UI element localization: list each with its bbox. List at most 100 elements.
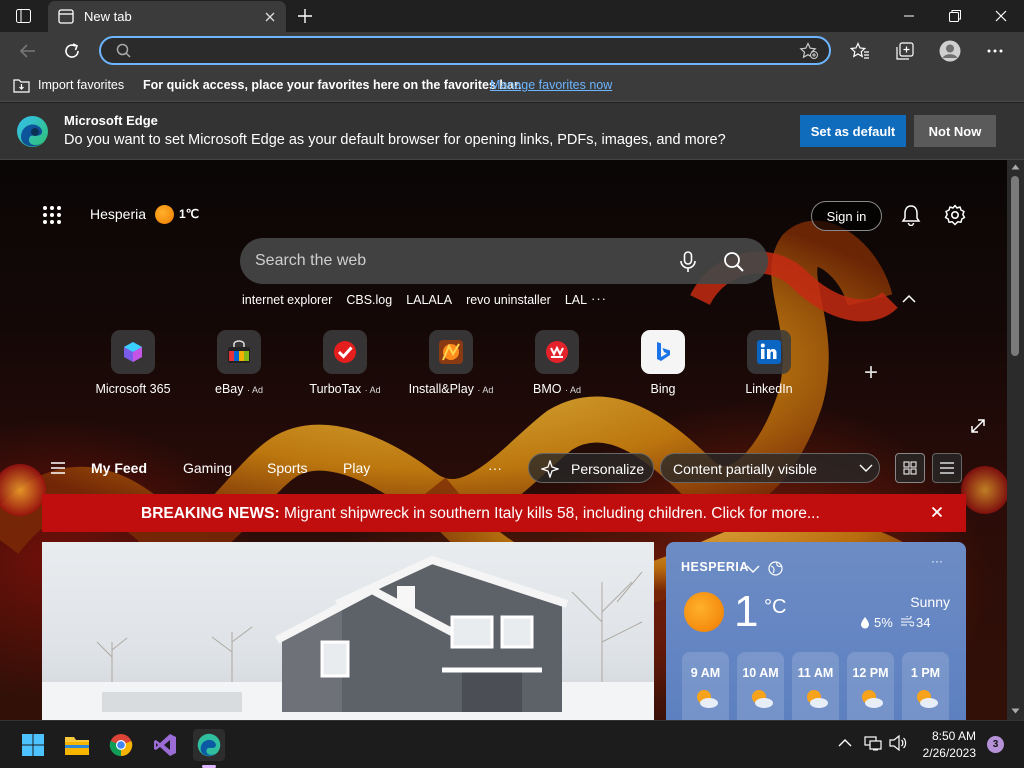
chrome-icon[interactable] [105, 729, 137, 761]
quick-link-bing[interactable]: Bing [608, 330, 718, 396]
microphone-icon[interactable] [678, 251, 698, 273]
tab-sports[interactable]: Sports [267, 460, 307, 476]
show-hidden-icons-chevron-icon[interactable] [838, 738, 852, 748]
hourly-forecast-item[interactable]: 12 PM [847, 652, 894, 720]
scrollbar-thumb[interactable] [1011, 176, 1019, 356]
clock-date[interactable]: 2/26/2023 [900, 746, 976, 760]
collections-icon[interactable] [890, 36, 920, 66]
network-icon[interactable] [864, 735, 882, 751]
microsoft-365-icon [111, 330, 155, 374]
quick-link-label: eBay [215, 382, 244, 396]
clock-time[interactable]: 8:50 AM [930, 729, 976, 743]
add-shortcut-plus-icon[interactable]: + [864, 359, 878, 387]
feed-more-button[interactable]: ··· [488, 460, 502, 476]
scroll-down-arrow-icon[interactable] [1011, 708, 1020, 714]
expand-background-icon[interactable] [970, 418, 986, 434]
page-scrollbar[interactable] [1007, 160, 1024, 720]
tab-gaming[interactable]: Gaming [183, 460, 232, 476]
scroll-up-arrow-icon[interactable] [1011, 164, 1020, 170]
import-folder-icon [13, 78, 30, 93]
apps-launcher-icon[interactable] [42, 205, 62, 225]
tab-actions-icon[interactable] [16, 9, 31, 23]
feed-menu-icon[interactable] [50, 462, 66, 474]
hourly-forecast-item[interactable]: 10 AM [737, 652, 784, 720]
address-input[interactable] [135, 41, 795, 61]
location-label[interactable]: Hesperia [90, 206, 146, 222]
temperature-small[interactable]: 1℃ [179, 207, 199, 221]
notifications-bell-icon[interactable] [900, 204, 922, 226]
breaking-news-banner[interactable]: BREAKING NEWS: Migrant shipwreck in sout… [42, 494, 966, 532]
tab-my-feed[interactable]: My Feed [91, 460, 147, 476]
content-visibility-dropdown[interactable]: Content partially visible [660, 453, 880, 483]
hourly-forecast-item[interactable]: 9 AM [682, 652, 729, 720]
weather-condition: Sunny [910, 594, 950, 610]
trending-link[interactable]: CBS.log [346, 293, 392, 307]
weather-location-label: HESPERIA [681, 560, 749, 574]
minimize-icon[interactable] [886, 0, 932, 32]
location-chevron-down-icon[interactable] [746, 565, 760, 574]
tab-close-icon[interactable] [262, 9, 278, 25]
search-submit-icon[interactable] [723, 251, 745, 273]
quick-link-label: LinkedIn [745, 382, 793, 396]
trending-more-button[interactable]: ··· [591, 291, 607, 306]
trending-link[interactable]: LAL [565, 293, 587, 307]
notification-count-badge[interactable]: 3 [987, 736, 1004, 753]
add-favorite-icon[interactable] [799, 42, 819, 60]
close-banner-icon[interactable] [931, 506, 943, 518]
quick-link-turbotax[interactable]: TurboTax · Ad [290, 330, 400, 396]
new-tab-page: Hesperia 1℃ Sign in Search the web inter… [0, 160, 1007, 720]
settings-more-icon[interactable] [980, 36, 1010, 66]
manage-favorites-link[interactable]: Manage favorites now [490, 78, 612, 92]
sign-in-button[interactable]: Sign in [811, 201, 882, 231]
trending-link[interactable]: LALALA [406, 293, 452, 307]
edge-taskbar-icon[interactable] [193, 729, 225, 761]
address-bar[interactable] [99, 36, 831, 65]
tab-play[interactable]: Play [343, 460, 370, 476]
partly-sunny-icon [693, 688, 719, 708]
set-as-default-button[interactable]: Set as default [800, 115, 906, 147]
grid-view-icon[interactable] [895, 453, 925, 483]
windows-start-icon[interactable] [17, 729, 49, 761]
temperature-unit[interactable]: °C [764, 596, 786, 619]
refresh-icon[interactable] [57, 36, 87, 66]
new-tab-icon[interactable] [296, 7, 314, 25]
quick-link-linkedin[interactable]: LinkedIn [714, 330, 824, 396]
breaking-news-headline[interactable]: Migrant shipwreck in southern Italy kill… [284, 505, 820, 522]
profile-avatar-icon[interactable] [935, 36, 965, 66]
favorites-icon[interactable] [845, 36, 875, 66]
file-explorer-icon[interactable] [61, 729, 93, 761]
quick-link-bmo[interactable]: BMO · Ad [502, 330, 612, 396]
quick-link-install-play[interactable]: Install&Play · Ad [396, 330, 506, 396]
linkedin-logo-icon [747, 330, 791, 374]
quick-link-ebay[interactable]: eBay · Ad [184, 330, 294, 396]
personalize-button[interactable]: Personalize [528, 453, 654, 483]
tab-new-tab[interactable]: New tab [48, 1, 286, 32]
not-now-button[interactable]: Not Now [914, 115, 996, 147]
page-settings-gear-icon[interactable] [944, 204, 966, 226]
close-window-icon[interactable] [978, 0, 1024, 32]
trending-link[interactable]: revo uninstaller [466, 293, 551, 307]
hourly-forecast-item[interactable]: 11 AM [792, 652, 839, 720]
trending-link[interactable]: internet explorer [242, 293, 332, 307]
collapse-chevron-up-icon[interactable] [902, 294, 916, 304]
globe-icon[interactable] [768, 561, 783, 576]
back-icon[interactable] [13, 36, 43, 66]
weather-more-button[interactable]: ··· [931, 554, 943, 568]
weather-location[interactable]: HESPERIA [681, 560, 749, 574]
restore-icon[interactable] [932, 0, 978, 32]
weather-card[interactable]: HESPERIA ··· 1 °C Sunny 5% 34 9 AM 10 AM [666, 542, 966, 720]
hourly-forecast-item[interactable]: 1 PM [902, 652, 949, 720]
import-favorites-button[interactable]: Import favorites [38, 78, 124, 92]
list-view-icon[interactable] [932, 453, 962, 483]
hour-label: 12 PM [852, 666, 889, 680]
title-bar: New tab [0, 0, 1024, 32]
content-visibility-label: Content partially visible [673, 461, 817, 477]
web-search-box[interactable]: Search the web [240, 238, 768, 284]
ad-tag: · Ad [246, 385, 263, 395]
quick-link-label: Install&Play [408, 382, 474, 396]
visual-studio-icon[interactable] [149, 729, 181, 761]
hero-news-image[interactable] [42, 542, 654, 720]
turbotax-check-icon [323, 330, 367, 374]
ad-tag: · Ad [564, 385, 581, 395]
quick-link-microsoft-365[interactable]: Microsoft 365 [78, 330, 188, 396]
